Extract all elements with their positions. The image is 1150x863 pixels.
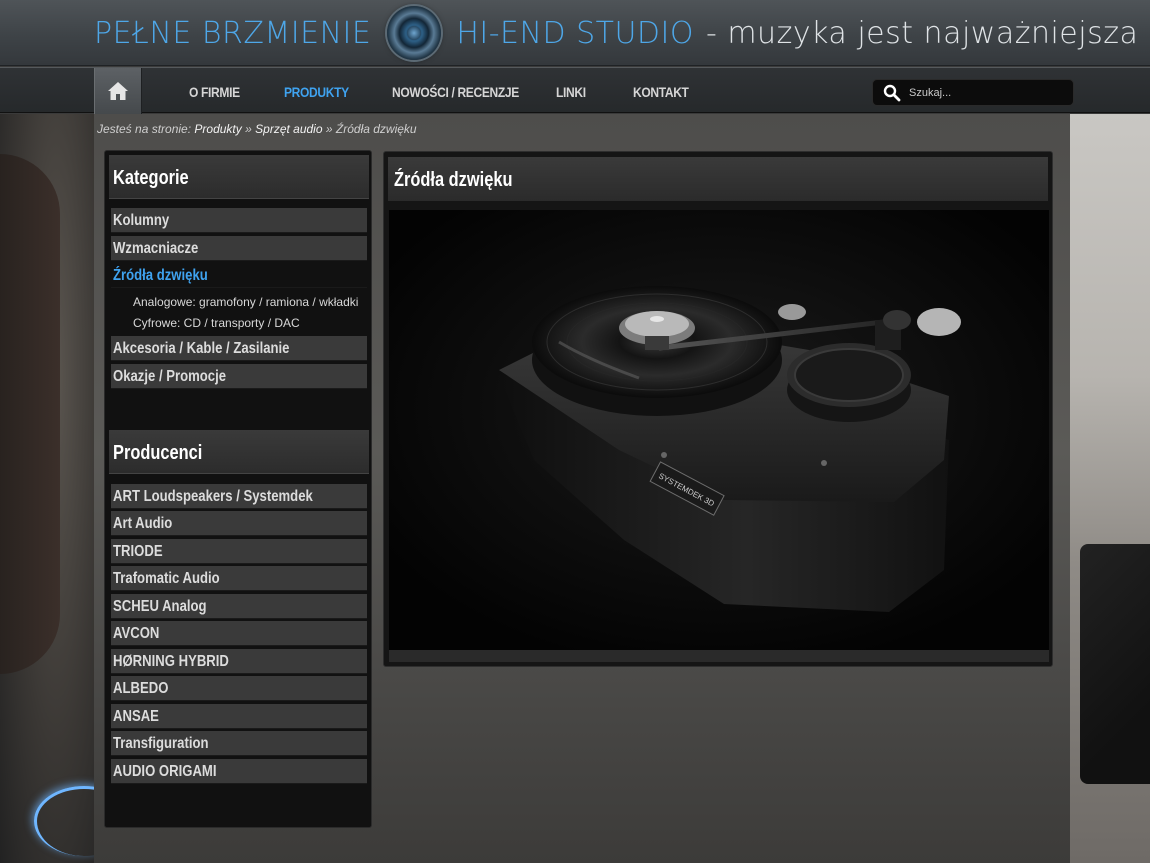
subcategory-item-analogowe[interactable]: Analogowe: gramofony / ramiona / wkładki (133, 295, 358, 309)
subcategory-item-cyfrowe[interactable]: Cyfrowe: CD / transporty / DAC (133, 316, 300, 330)
home-icon (108, 82, 128, 100)
producer-item[interactable]: ALBEDO (111, 676, 367, 701)
brand-name-left: PEŁNE BRZMIENIE (94, 15, 372, 51)
nav-item-produkty[interactable]: PRODUKTY (284, 68, 349, 114)
category-item-zrodla-dzwieku[interactable]: Źródła dzwięku (111, 263, 367, 288)
category-item-akcesoria[interactable]: Akcesoria / Kable / Zasilanie (111, 336, 367, 361)
producer-item[interactable]: Transfiguration (111, 731, 367, 756)
breadcrumb-separator: » (325, 122, 333, 136)
breadcrumb-link-produkty[interactable]: Produkty (194, 122, 241, 136)
producer-item[interactable]: TRIODE (111, 539, 367, 564)
category-item-wzmacniacze[interactable]: Wzmacniacze (111, 236, 367, 261)
brand-name-right: HI-END STUDIO (456, 15, 694, 51)
speaker-logo-icon (387, 6, 442, 60)
category-item-kolumny[interactable]: Kolumny (111, 208, 367, 233)
nav-item-linki[interactable]: LINKI (556, 68, 586, 114)
product-image: SYSTEMDEK 3D (389, 210, 1049, 650)
search-input[interactable] (909, 81, 1073, 104)
producer-item[interactable]: Trafomatic Audio (111, 566, 367, 591)
turntable-image: SYSTEMDEK 3D (389, 210, 1049, 650)
producer-item[interactable]: ART Loudspeakers / Systemdek (111, 484, 367, 509)
background-shape (0, 154, 60, 674)
home-button[interactable] (94, 68, 142, 114)
background-left (0, 114, 94, 863)
category-item-okazje[interactable]: Okazje / Promocje (111, 364, 367, 389)
search-icon[interactable] (883, 84, 901, 102)
background-shape (1080, 544, 1150, 784)
nav-item-nowosci-recenzje[interactable]: NOWOŚCI / RECENZJE (392, 68, 519, 114)
page-title: Źródła dzwięku (388, 157, 1048, 201)
site-header: PEŁNE BRZMIENIE HI-END STUDIO - muzyka j… (0, 0, 1150, 66)
breadcrumb-prefix: Jesteś na stronie: (97, 122, 192, 136)
producer-item[interactable]: Art Audio (111, 511, 367, 536)
panel-footer (389, 650, 1049, 662)
breadcrumb-current: Źródła dzwięku (335, 122, 417, 136)
breadcrumb: Jesteś na stronie: Produkty » Sprzęt aud… (97, 122, 417, 136)
nav-item-kontakt[interactable]: KONTAKT (633, 68, 689, 114)
producers-heading: Producenci (109, 430, 369, 474)
main-nav: O FIRMIE PRODUKTY NOWOŚCI / RECENZJE LIN… (0, 67, 1150, 114)
breadcrumb-separator: » (245, 122, 252, 136)
producer-item[interactable]: ANSAE (111, 704, 367, 729)
producer-item[interactable]: AVCON (111, 621, 367, 646)
categories-heading: Kategorie (109, 155, 369, 199)
main-panel: Źródła dzwięku SYSTEMDEK 3D (383, 151, 1053, 667)
brand[interactable]: PEŁNE BRZMIENIE HI-END STUDIO - muzyka j… (94, 0, 1138, 66)
producer-item[interactable]: AUDIO ORIGAMI (111, 759, 367, 784)
brand-tagline: - muzyka jest najważniejsza (705, 15, 1139, 51)
producer-item[interactable]: HØRNING HYBRID (111, 649, 367, 674)
breadcrumb-link-sprzet-audio[interactable]: Sprzęt audio (255, 122, 322, 136)
background-light-ring (34, 786, 94, 856)
nav-item-o-firmie[interactable]: O FIRMIE (189, 68, 240, 114)
search-box (872, 79, 1074, 106)
producer-item[interactable]: SCHEU Analog (111, 594, 367, 619)
background-right (1070, 114, 1150, 863)
sidebar: Kategorie Kolumny Wzmacniacze Źródła dzw… (104, 150, 372, 828)
